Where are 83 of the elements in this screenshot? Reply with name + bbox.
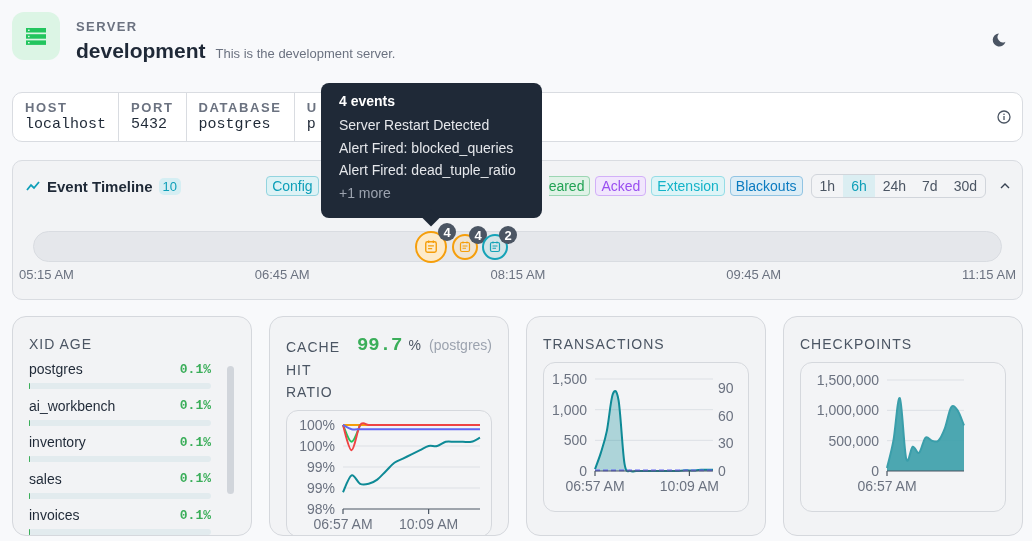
- stat-note: (postgres): [428, 337, 492, 353]
- axis-label: 1,500: [551, 371, 587, 387]
- axis-label: 06:45 AM: [254, 267, 310, 282]
- percent-value: 0.1%: [179, 471, 211, 486]
- range-tab[interactable]: 1h: [811, 175, 844, 197]
- range-tab[interactable]: 30d: [945, 175, 985, 197]
- axis-label: 98%: [306, 500, 335, 517]
- stat-value: 99.7: [356, 334, 403, 356]
- axis-label: 11:15 AM: [962, 267, 1016, 282]
- tooltip-title: 4 events: [339, 93, 397, 109]
- axis-label: 500: [563, 432, 587, 449]
- eyebrow-label: SERVER: [76, 19, 139, 34]
- range-tab[interactable]: 24h: [874, 175, 915, 197]
- event-line: Server Restart Detected: [339, 116, 491, 135]
- panel-title: Event Timeline: [47, 177, 153, 195]
- axis-label: 10:09 AM: [399, 515, 459, 532]
- axis-label: 09:45 AM: [726, 267, 782, 282]
- axis-label: 100%: [299, 416, 335, 433]
- count-badge: 2: [499, 226, 517, 244]
- axis-label: 06:57 AM: [565, 478, 625, 494]
- axis-label: 99%: [306, 458, 335, 475]
- field-value: 5432: [131, 116, 169, 133]
- axis-label: 60: [718, 407, 734, 424]
- filter-chip[interactable]: Extension: [651, 176, 725, 196]
- axis-label: 99%: [306, 479, 335, 496]
- note-icon: [489, 241, 501, 253]
- filter-chip[interactable]: Acked: [595, 176, 647, 196]
- card-title: XID AGE: [29, 336, 94, 352]
- count-badge: 4: [469, 226, 487, 244]
- range-tab[interactable]: 7d: [914, 175, 946, 197]
- axis-label: 90: [718, 380, 734, 397]
- database-name: ai_workbench: [29, 397, 116, 414]
- note-icon: [424, 240, 438, 254]
- percent-value: 0.1%: [179, 434, 211, 450]
- server-icon: [26, 27, 46, 45]
- info-icon[interactable]: [997, 110, 1011, 124]
- trend-icon: [26, 181, 40, 191]
- filter-chip[interactable]: eared: [548, 176, 591, 196]
- filter-chip[interactable]: Blackouts: [729, 176, 803, 196]
- field-label: HOST: [25, 100, 69, 115]
- server-description: This is the development server.: [215, 46, 396, 61]
- count-badge: 10: [158, 177, 182, 195]
- database-name: invoices: [29, 507, 80, 523]
- axis-label: 0: [718, 463, 726, 479]
- percent-value: 0.1%: [179, 507, 211, 523]
- percent-value: 0.1%: [179, 361, 211, 377]
- server-name: development: [76, 39, 206, 63]
- filter-chip[interactable]: Config: [266, 176, 319, 196]
- event-line: Alert Fired: dead_tuple_ratio: [339, 161, 517, 180]
- note-icon: [459, 241, 471, 253]
- axis-label: 10:09 AM: [659, 478, 719, 494]
- field-label: U: [306, 100, 318, 115]
- axis-label: 08:15 AM: [490, 267, 546, 282]
- field-value: p: [306, 116, 317, 133]
- percent-value: 0.1%: [179, 398, 211, 413]
- database-name: sales: [29, 470, 62, 487]
- field-value: localhost: [25, 116, 106, 133]
- axis-label: 30: [718, 435, 734, 452]
- axis-label: 06:57 AM: [857, 478, 917, 494]
- stat-unit: %: [408, 337, 421, 353]
- card-title: CACHE HIT RATIO: [286, 338, 341, 402]
- database-name: inventory: [29, 434, 86, 450]
- moon-icon[interactable]: [990, 32, 1007, 49]
- field-label: PORT: [131, 100, 174, 115]
- card-title: TRANSACTIONS: [543, 336, 666, 352]
- card-title: CHECKPOINTS: [800, 336, 914, 352]
- axis-label: 1,000,000: [816, 402, 879, 419]
- axis-label: 05:15 AM: [19, 267, 74, 282]
- chevron-icon[interactable]: [1000, 182, 1010, 190]
- axis-label: 1,500,000: [816, 372, 879, 388]
- field-value: postgres: [198, 116, 272, 133]
- event-line: Alert Fired: blocked_queries: [339, 138, 515, 158]
- axis-label: 100%: [299, 437, 335, 454]
- axis-label: 1,000: [551, 401, 587, 418]
- scrollbar[interactable]: [227, 366, 234, 494]
- count-badge: 4: [438, 223, 456, 241]
- field-label: DATABASE: [198, 100, 282, 115]
- axis-label: 500,000: [828, 432, 879, 449]
- axis-label: 0: [579, 463, 587, 479]
- range-tab[interactable]: 6h: [843, 175, 875, 197]
- database-name: postgres: [29, 361, 83, 377]
- axis-label: 06:57 AM: [313, 515, 373, 532]
- axis-label: 0: [871, 463, 879, 479]
